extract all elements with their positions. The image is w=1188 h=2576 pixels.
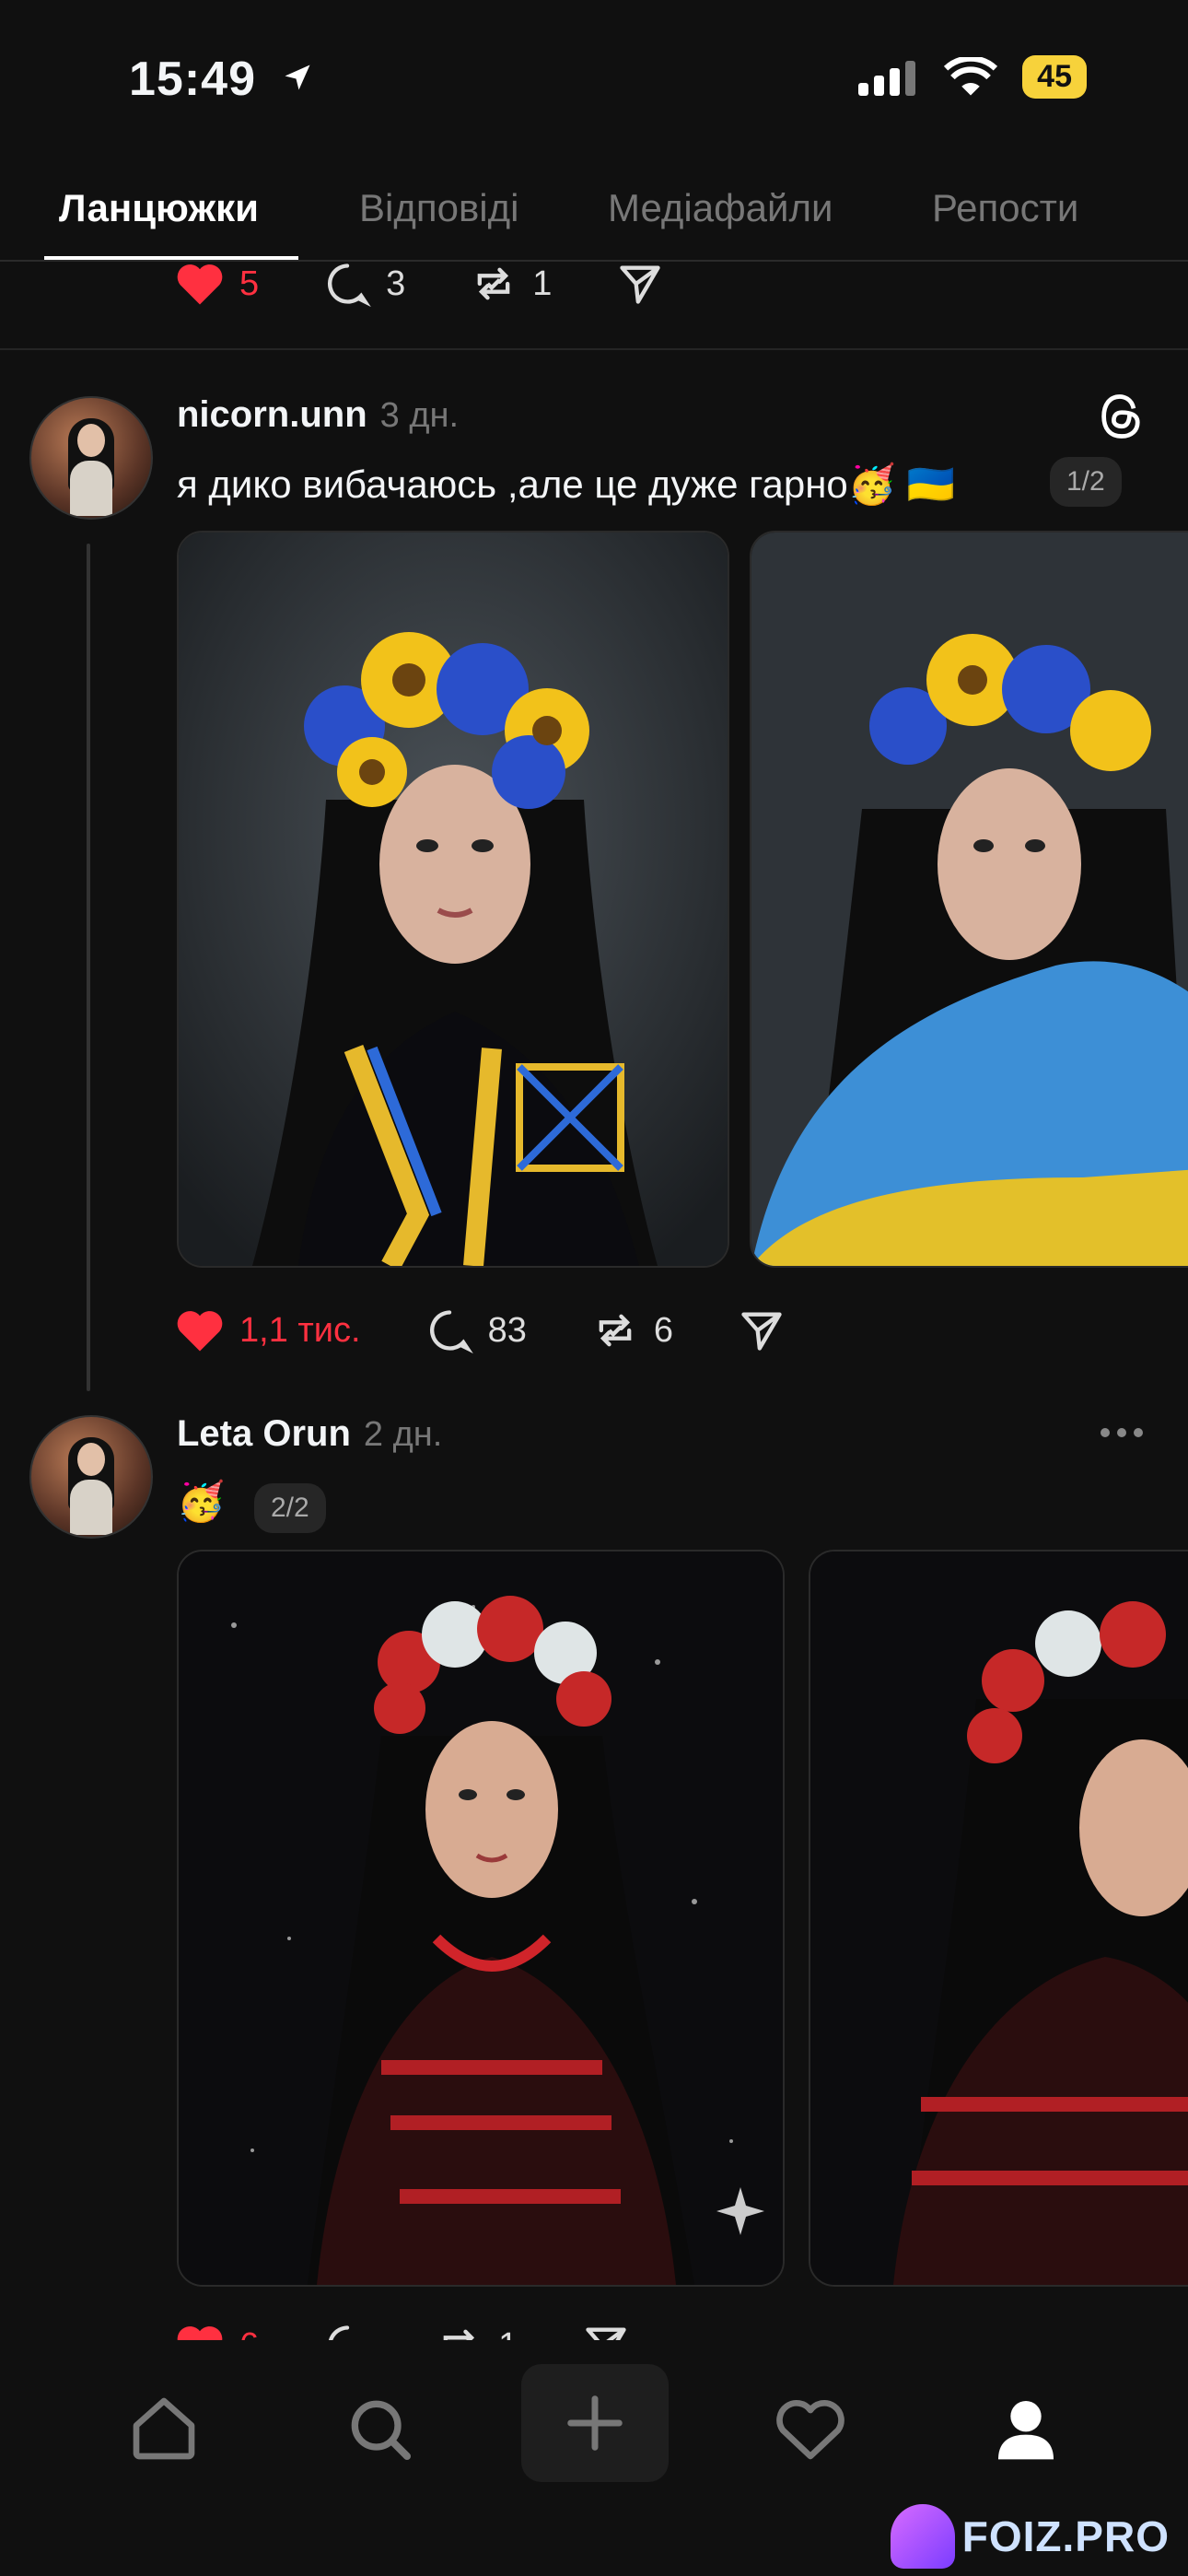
comment-button[interactable]: 3 (323, 260, 405, 308)
comment-count: 3 (386, 263, 406, 303)
nav-home[interactable] (120, 2384, 208, 2473)
photo-image (179, 1551, 783, 2285)
post1-actions: 1,1 тис. 83 6 (175, 1306, 786, 1354)
watermark-heart-icon (890, 2504, 955, 2569)
tab-threads[interactable]: Ланцюжки (59, 186, 259, 230)
comment-count: 83 (487, 1310, 527, 1350)
post-time: 2 дн. (363, 1415, 443, 1454)
tab-replies[interactable]: Відповіді (359, 186, 518, 230)
like-count: 5 (239, 263, 260, 303)
post-time: 3 дн. (379, 396, 460, 435)
profile-icon (998, 2401, 1054, 2460)
username[interactable]: nicorn.unn (177, 394, 367, 436)
search-icon (351, 2400, 411, 2460)
send-icon[interactable] (616, 260, 664, 308)
post-photo[interactable] (750, 531, 1188, 1268)
more-icon[interactable] (1098, 1419, 1146, 1446)
battery-indicator: 45 (1022, 55, 1087, 99)
post2-header: Leta Orun 2 дн. (177, 1413, 442, 1455)
photo-image (751, 533, 1188, 1266)
tab-reposts[interactable]: Репости (932, 186, 1078, 230)
comment-button[interactable]: 83 (425, 1306, 527, 1354)
watermark-text: FOIZ.PRO (961, 2512, 1170, 2560)
comment-icon (328, 263, 371, 308)
tab-media[interactable]: Медіафайли (608, 186, 833, 230)
post0-actions: 5 3 1 (175, 260, 664, 308)
profile-tabs: Ланцюжки Відповіді Медіафайли Репости (0, 175, 1188, 262)
signal-icon (858, 60, 916, 96)
location-arrow-icon (285, 64, 310, 90)
media-counter: 2/2 (254, 1483, 326, 1533)
repost-count: 1 (532, 263, 553, 303)
nav-search[interactable] (335, 2384, 424, 2473)
post-photo[interactable] (177, 531, 729, 1268)
heart-icon (177, 264, 223, 305)
status-right: 45 (858, 55, 1087, 99)
home-icon (133, 2397, 195, 2460)
username[interactable]: Leta Orun (177, 1413, 351, 1455)
repost-icon (599, 1314, 632, 1347)
wifi-icon (944, 56, 998, 96)
nav-activity[interactable] (766, 2384, 855, 2473)
post-text: я дико вибачаюсь ,але це дуже гарно🥳 🇺🇦 (177, 463, 956, 506)
nav-new-post[interactable] (521, 2364, 669, 2482)
plus-icon (567, 2395, 623, 2451)
comment-icon (429, 1310, 473, 1354)
post-text: 🥳 (177, 1480, 226, 1523)
repost-button[interactable]: 6 (591, 1306, 673, 1354)
photo-image (810, 1551, 1188, 2285)
thread-line (87, 544, 90, 1391)
heart-icon (776, 2400, 844, 2460)
avatar[interactable] (29, 396, 153, 520)
photo-image (179, 533, 728, 1266)
post1-header: nicorn.unn 3 дн. (177, 394, 459, 436)
threads-logo-icon (1101, 394, 1140, 439)
send-icon[interactable] (738, 1306, 786, 1354)
post-divider (0, 348, 1188, 350)
status-time: 15:49 (129, 53, 256, 106)
repost-icon (477, 267, 510, 300)
like-button[interactable]: 1,1 тис. (175, 1307, 361, 1353)
nav-profile[interactable] (982, 2384, 1070, 2473)
heart-icon (177, 1311, 223, 1352)
repost-button[interactable]: 1 (470, 260, 552, 308)
like-count: 1,1 тис. (239, 1310, 361, 1350)
watermark: FOIZ.PRO (890, 2504, 1170, 2569)
post-photo[interactable] (177, 1550, 785, 2287)
post-photo[interactable] (809, 1550, 1188, 2287)
avatar[interactable] (29, 1415, 153, 1539)
like-button[interactable]: 5 (175, 261, 259, 307)
media-counter: 1/2 (1050, 457, 1122, 507)
repost-count: 6 (653, 1310, 673, 1350)
